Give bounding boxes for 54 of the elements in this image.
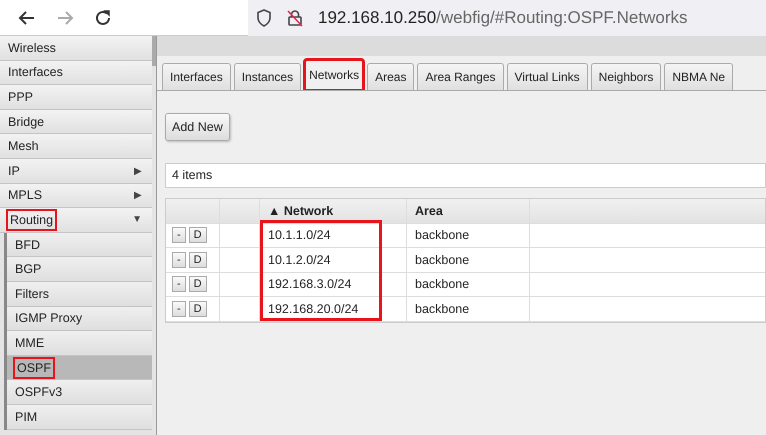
shield-icon[interactable] [256, 8, 272, 26]
menu-item[interactable]: PPP [0, 85, 152, 110]
menu-item[interactable]: Routing ▼ [0, 208, 152, 233]
address-bar[interactable]: 192.168.10.250/webfig/#Routing:OSPF.Networks [248, 0, 766, 36]
back-icon[interactable] [18, 10, 36, 26]
row-button[interactable]: - [172, 252, 186, 268]
scrollbar[interactable] [152, 36, 156, 66]
menu-item[interactable]: Mesh [0, 134, 152, 159]
table-cell: backbone [407, 272, 530, 296]
column-header[interactable]: ▲ Network [260, 199, 407, 222]
submenu-item[interactable]: BFD [7, 232, 152, 258]
insecure-lock-icon[interactable] [286, 8, 304, 26]
table-cell: 192.168.3.0/24 [260, 272, 407, 296]
row-button[interactable]: D [188, 252, 207, 268]
row-button[interactable]: - [172, 300, 186, 317]
menu-item[interactable]: IP ▶ [0, 158, 152, 184]
tab[interactable]: NBMA Ne [664, 63, 734, 90]
row-button[interactable]: - [172, 276, 186, 292]
tab[interactable]: Virtual Links [506, 63, 588, 90]
tab[interactable]: Area Ranges [417, 63, 504, 90]
column-header[interactable]: Area [407, 199, 530, 222]
arrow-icon: ▶ [134, 189, 142, 202]
menu-item[interactable]: Interfaces [0, 60, 152, 86]
menu-item[interactable]: Wireless [0, 36, 152, 61]
submenu-item[interactable]: OSPF [7, 356, 152, 380]
tab[interactable]: Interfaces [162, 63, 231, 90]
row-button[interactable]: D [188, 276, 207, 292]
submenu-item[interactable]: Filters [7, 282, 152, 307]
table-cell: backbone [407, 248, 530, 272]
row-button[interactable]: D [188, 227, 207, 244]
submenu-item[interactable]: BGP [7, 257, 152, 282]
tab[interactable]: Areas [367, 63, 414, 90]
arrow-icon: ▶ [134, 164, 142, 177]
tab[interactable]: Instances [234, 63, 302, 90]
table-cell: backbone [407, 297, 530, 320]
tab[interactable]: Networks [304, 59, 364, 90]
row-button[interactable]: - [172, 227, 186, 244]
url-text: 192.168.10.250/webfig/#Routing:OSPF.Networks [318, 8, 688, 28]
menu-item[interactable]: Bridge [0, 110, 152, 134]
table-cell: 10.1.1.0/24 [260, 224, 407, 247]
submenu-item[interactable]: OSPFv3 [7, 380, 152, 405]
reload-icon[interactable] [94, 8, 112, 26]
row-button[interactable]: D [188, 300, 207, 317]
arrow-icon: ▼ [132, 214, 142, 226]
table-cell: backbone [407, 224, 530, 247]
tab[interactable]: Neighbors [590, 63, 662, 90]
menu-item[interactable]: MPLS ▶ [0, 184, 152, 208]
item-count-bar: 4 items [165, 163, 766, 188]
add-new-button[interactable]: Add New [165, 113, 230, 141]
submenu-item[interactable]: MME [7, 331, 152, 356]
submenu-item[interactable]: PIM [7, 404, 152, 430]
table-cell: 192.168.20.0/24 [260, 297, 407, 320]
table-cell: 10.1.2.0/24 [260, 248, 407, 272]
submenu-item[interactable]: IGMP Proxy [7, 306, 152, 332]
